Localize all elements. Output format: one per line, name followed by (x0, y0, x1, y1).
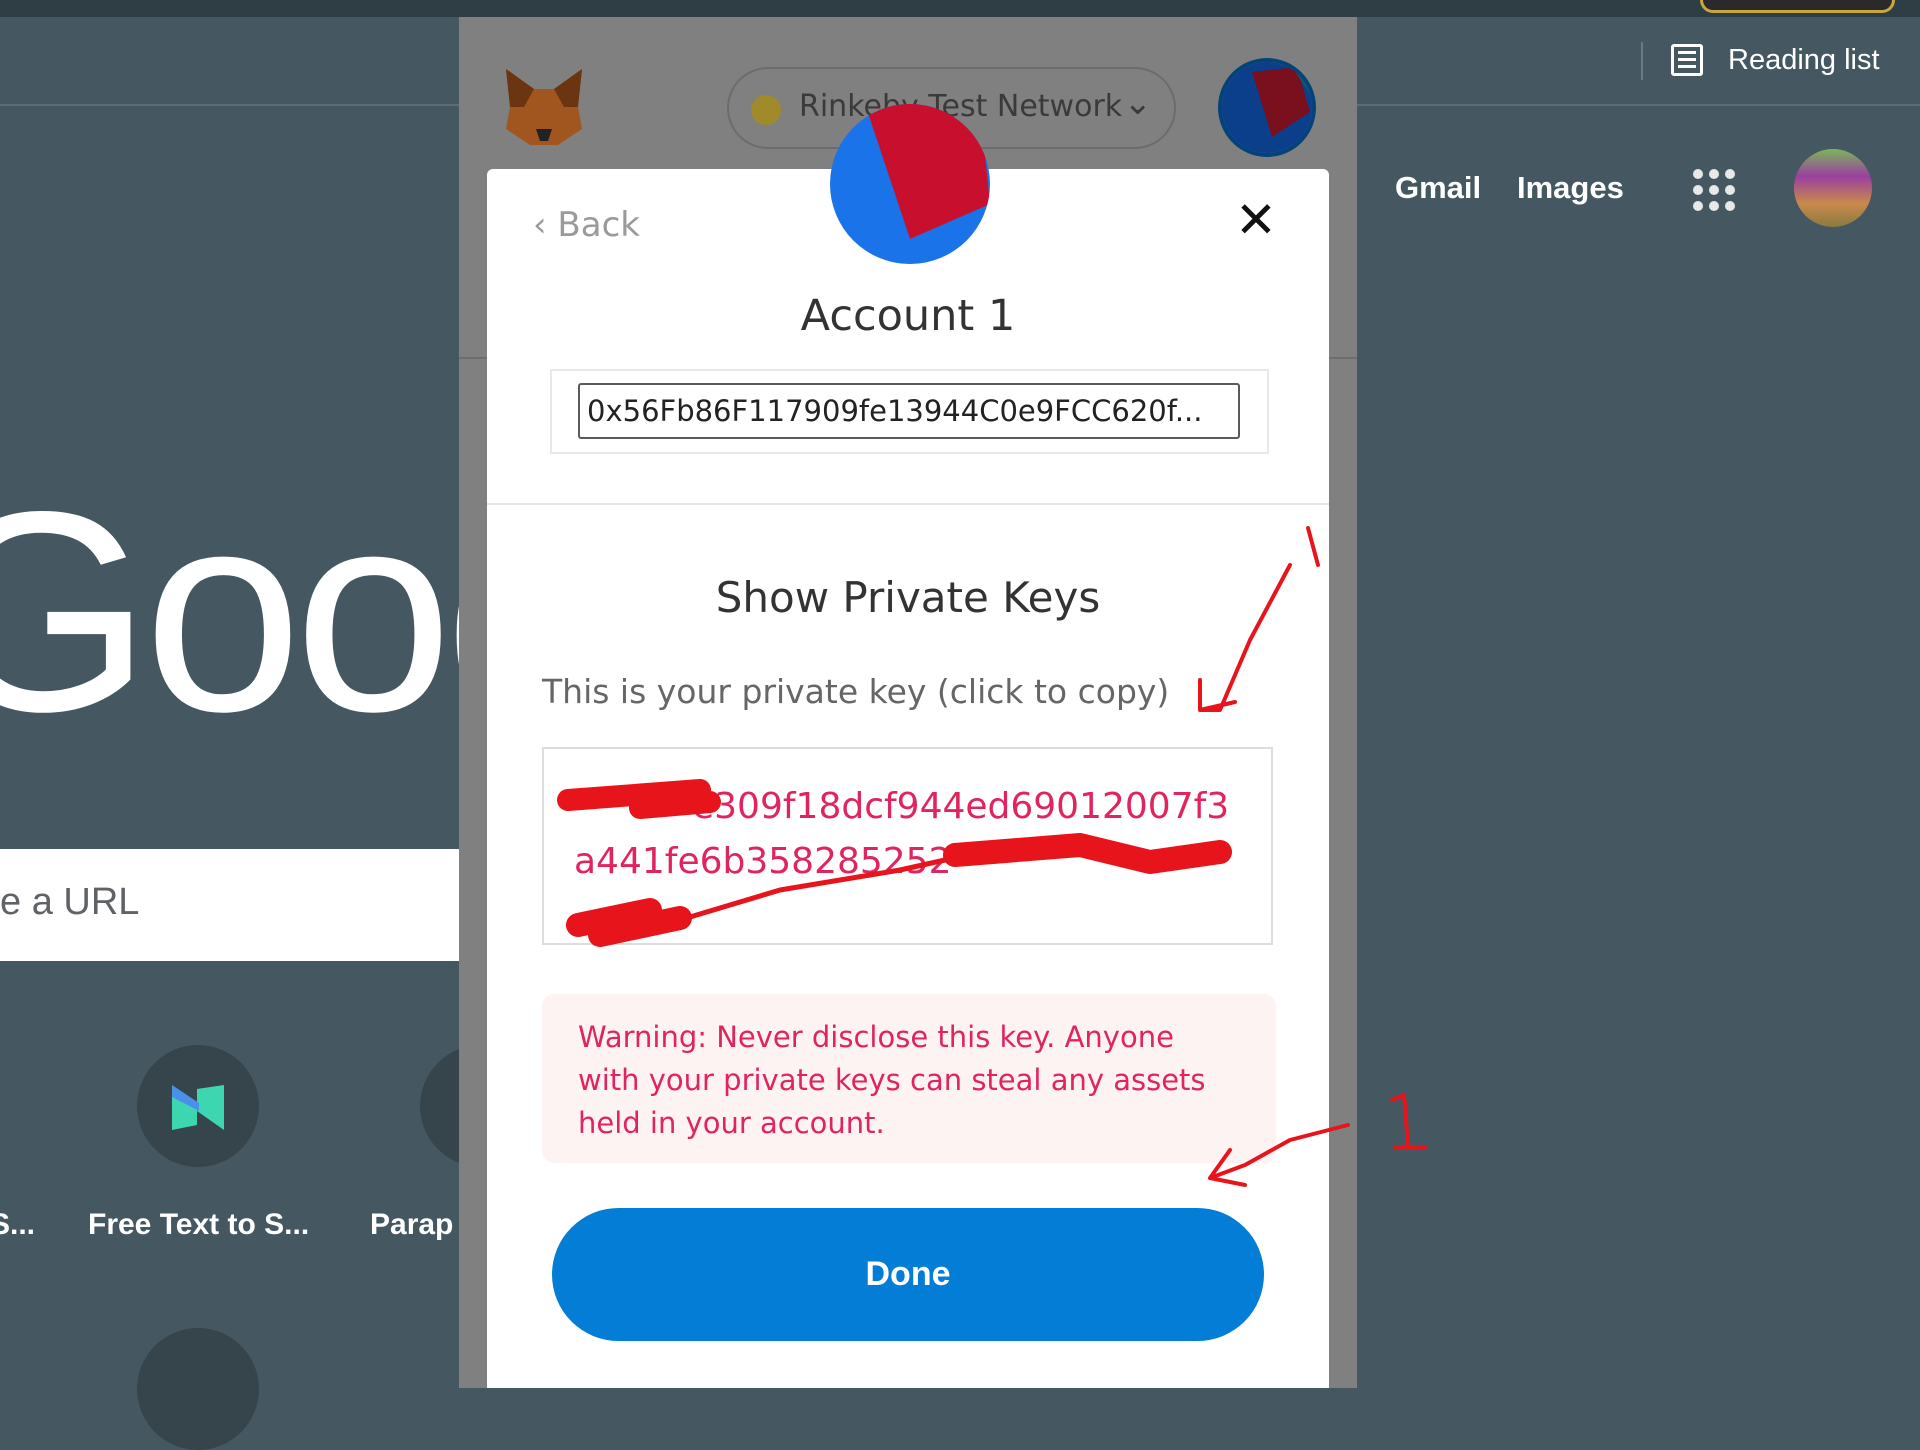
arrow-annotation (1198, 563, 1292, 712)
redaction-scribble (557, 779, 721, 819)
annotation-mark-1 (1306, 526, 1320, 567)
arrow-annotation (1208, 1123, 1350, 1187)
annotation-mark-1 (1390, 1093, 1427, 1149)
redaction-scribble (943, 833, 1232, 874)
red-annotation-overlay (557, 526, 1427, 1187)
